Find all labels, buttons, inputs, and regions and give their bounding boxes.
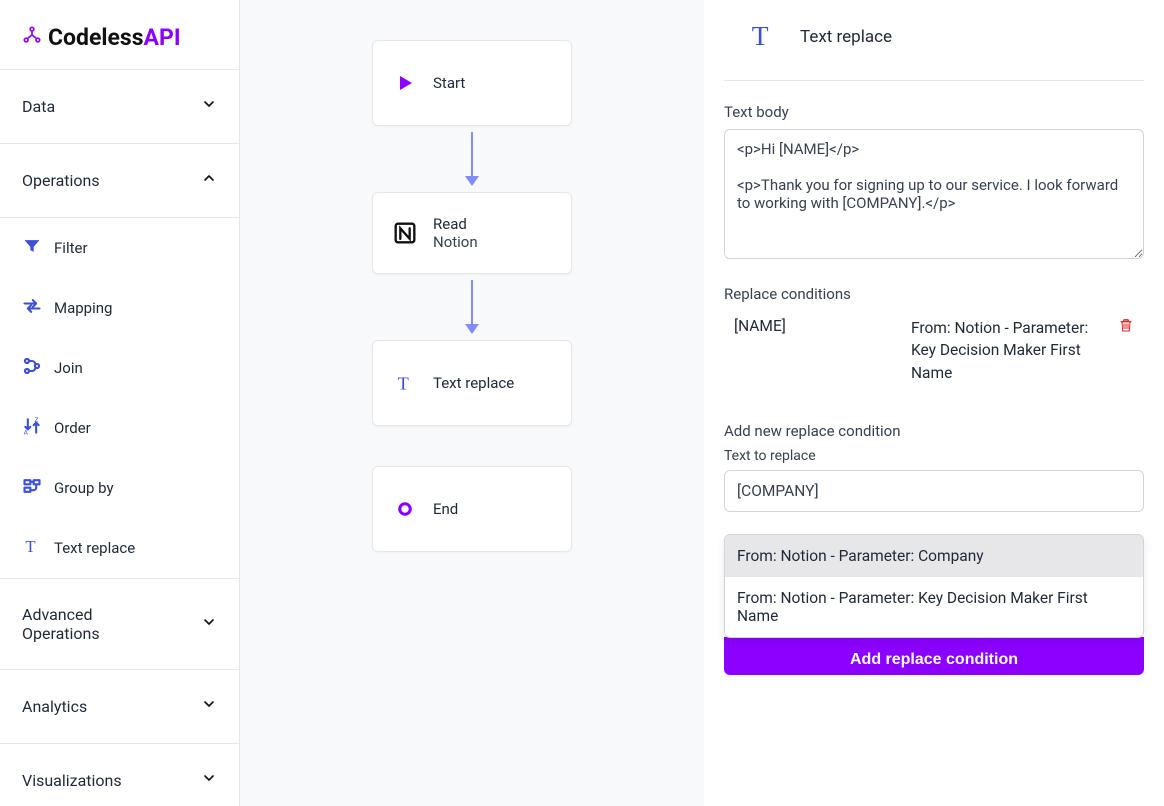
brand-icon [22, 24, 42, 51]
section-operations[interactable]: Operations [0, 144, 239, 218]
node-title: End [433, 500, 458, 518]
node-title: Start [433, 74, 465, 92]
panel-title: Text replace [800, 27, 892, 47]
sidebar-item-label: Mapping [54, 299, 112, 317]
chevron-down-icon [201, 770, 217, 791]
flow-canvas[interactable]: Start Read Notion T Text replace [240, 0, 704, 806]
sidebar-item-label: Join [54, 359, 83, 377]
sidebar-item-order[interactable]: AZ Order [0, 398, 239, 458]
flow-node-start[interactable]: Start [372, 40, 572, 126]
panel-header: T Text replace [724, 12, 1144, 81]
flow-node-read-notion[interactable]: Read Notion [372, 192, 572, 274]
app-root: CodelessAPI Data Operations Filter [0, 0, 1164, 806]
section-operations-label: Operations [22, 171, 100, 190]
groupby-icon [22, 476, 42, 500]
dropdown-option[interactable]: From: Notion - Parameter: Company [725, 535, 1143, 577]
mapping-icon [22, 296, 42, 320]
sidebar-item-mapping[interactable]: Mapping [0, 278, 239, 338]
notion-icon [391, 219, 419, 247]
chevron-down-icon [201, 696, 217, 717]
svg-text:T: T [752, 20, 769, 50]
text-replace-icon: T [22, 536, 42, 560]
text-body-label: Text body [724, 103, 1144, 121]
sidebar-item-label: Text replace [54, 539, 135, 557]
sidebar: CodelessAPI Data Operations Filter [0, 0, 240, 806]
section-advanced-operations[interactable]: Advanced Operations [0, 579, 239, 670]
play-icon [391, 69, 419, 97]
section-analytics[interactable]: Analytics [0, 670, 239, 744]
text-to-replace-label: Text to replace [724, 448, 1144, 464]
flow-node-text-replace[interactable]: T Text replace [372, 340, 572, 426]
order-icon: AZ [22, 416, 42, 440]
condition-key: [NAME] [734, 317, 899, 384]
circle-icon [391, 495, 419, 523]
sidebar-item-label: Group by [54, 479, 114, 497]
brand-part2: API [144, 24, 181, 51]
brand-part1: Codeless [48, 24, 144, 51]
replace-condition-row: [NAME] From: Notion - Parameter: Key Dec… [724, 311, 1144, 384]
section-analytics-label: Analytics [22, 697, 87, 716]
sidebar-item-join[interactable]: Join [0, 338, 239, 398]
condition-value: From: Notion - Parameter: Key Decision M… [911, 317, 1106, 384]
text-body-input[interactable] [724, 129, 1144, 259]
add-replace-condition-button[interactable]: Add replace condition [724, 637, 1144, 675]
chevron-up-icon [201, 170, 217, 191]
delete-condition-button[interactable] [1118, 317, 1138, 384]
flow-column: Start Read Notion T Text replace [372, 40, 572, 552]
chevron-down-icon [201, 96, 217, 117]
sidebar-item-text-replace[interactable]: T Text replace [0, 518, 239, 578]
brand: CodelessAPI [0, 0, 239, 70]
sidebar-item-filter[interactable]: Filter [0, 218, 239, 278]
section-data-label: Data [22, 97, 55, 116]
text-replace-icon: T [748, 20, 778, 54]
filter-icon [22, 236, 42, 260]
dropdown-option[interactable]: From: Notion - Parameter: Key Decision M… [725, 577, 1143, 637]
operations-items: Filter Mapping Join AZ Order [0, 218, 239, 579]
parameter-dropdown: From: Notion - Parameter: Company From: … [724, 534, 1144, 638]
svg-text:T: T [398, 373, 409, 393]
text-to-replace-input[interactable] [724, 470, 1144, 512]
sidebar-item-groupby[interactable]: Group by [0, 458, 239, 518]
sidebar-item-label: Order [54, 419, 91, 437]
details-panel: T Text replace Text body Replace conditi… [704, 0, 1164, 806]
node-title: Text replace [433, 374, 514, 392]
section-data[interactable]: Data [0, 70, 239, 144]
sidebar-item-label: Filter [54, 239, 88, 257]
node-title: Read Notion [433, 215, 478, 251]
flow-arrow [465, 280, 479, 334]
add-new-condition-label: Add new replace condition [724, 422, 1144, 440]
flow-arrow [465, 132, 479, 186]
svg-text:Z: Z [35, 416, 39, 424]
svg-text:A: A [24, 428, 29, 436]
section-advanced-operations-label: Advanced Operations [22, 605, 162, 643]
svg-text:T: T [25, 537, 35, 556]
section-visualizations[interactable]: Visualizations [0, 744, 239, 806]
section-visualizations-label: Visualizations [22, 771, 122, 790]
chevron-down-icon [201, 614, 217, 635]
join-icon [22, 356, 42, 380]
text-replace-icon: T [391, 369, 419, 397]
flow-node-end[interactable]: End [372, 466, 572, 552]
replace-conditions-label: Replace conditions [724, 285, 1144, 303]
